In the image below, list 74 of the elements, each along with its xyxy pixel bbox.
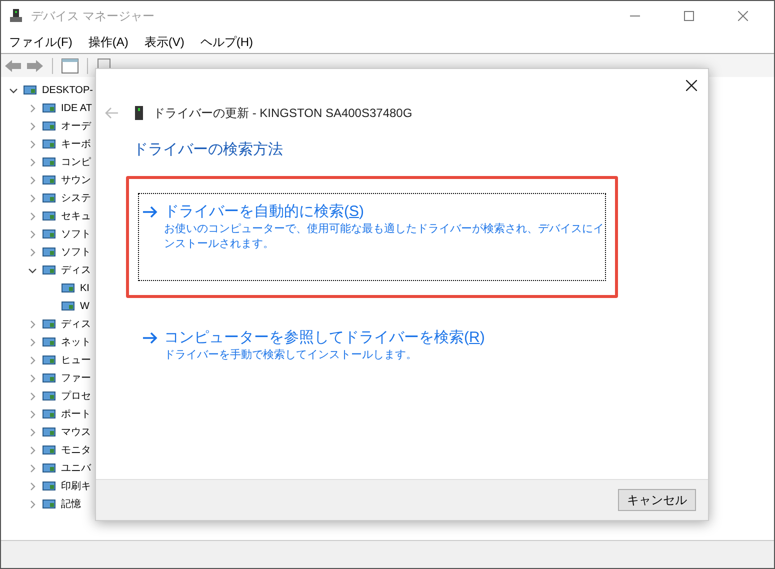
device-icon: [42, 371, 56, 385]
tree-item[interactable]: オーデ: [61, 118, 91, 134]
device-icon: [42, 335, 56, 349]
device-icon: [42, 245, 56, 259]
device-icon: [42, 407, 56, 421]
device-icon: [42, 101, 56, 115]
option-title: コンピューターを参照してドライバーを検索(R): [164, 328, 486, 348]
tree-item[interactable]: マウス: [61, 424, 91, 440]
option-description: お使いのコンピューターで、使用可能な最も適したドライバーが検索され、デバイスにインストールされます。: [164, 222, 605, 252]
device-icon: [42, 119, 56, 133]
close-icon: [686, 80, 696, 90]
option-description: ドライバーを手動で検索してインストールします。: [164, 348, 418, 362]
device-icon: [42, 173, 56, 187]
device-icon: [42, 461, 56, 475]
tree-item[interactable]: ネット: [61, 334, 91, 350]
cancel-button[interactable]: キャンセル: [618, 489, 696, 511]
tree-item[interactable]: 記憶: [61, 496, 81, 512]
tree-item[interactable]: 印刷キ: [61, 478, 91, 494]
search-option[interactable]: ドライバーを自動的に検索(S) お使いのコンピューターで、使用可能な最も適したドライバーが検索され、デバイスにインストールされます。: [138, 192, 606, 280]
menu-item[interactable]: 表示(V): [139, 33, 190, 51]
chevron-down-icon[interactable]: [9, 86, 18, 94]
device-icon: [42, 479, 56, 493]
device-icon: [42, 227, 56, 241]
device-icon: [42, 425, 56, 439]
tree-item[interactable]: サウン: [61, 172, 91, 188]
window-title: デバイス マネージャー: [31, 8, 154, 25]
tree-item[interactable]: セキュ: [61, 208, 91, 224]
device-icon: [42, 155, 56, 169]
device-icon: [42, 137, 56, 151]
tree-item[interactable]: ディス: [61, 262, 91, 278]
menu-item[interactable]: 操作(A): [83, 33, 134, 51]
properties-icon[interactable]: [61, 58, 79, 74]
menu-item[interactable]: ヘルプ(H): [195, 33, 258, 51]
tree-item[interactable]: W: [80, 298, 90, 314]
app-icon: [9, 8, 23, 24]
device-icon: [23, 83, 37, 97]
forward-arrow-icon[interactable]: [26, 58, 44, 72]
back-arrow-icon[interactable]: [4, 58, 22, 72]
device-icon: [42, 497, 56, 511]
tree-item[interactable]: ソフト: [61, 244, 91, 260]
drive-icon: [135, 106, 143, 120]
tree-item[interactable]: プロセ: [61, 388, 91, 404]
tree-item[interactable]: ソフト: [61, 226, 91, 242]
tree-item[interactable]: DESKTOP-: [42, 82, 93, 98]
tree-item[interactable]: モニタ: [61, 442, 91, 458]
device-icon: [61, 281, 75, 295]
dialog-title: ドライバーの更新 - KINGSTON SA400S37480G: [153, 105, 412, 122]
device-icon: [42, 389, 56, 403]
menu-item[interactable]: ファイル(F): [4, 33, 78, 51]
arrow-right-icon: [142, 204, 158, 218]
tree-item[interactable]: KI: [80, 280, 90, 296]
arrow-right-icon: [142, 330, 158, 344]
close-icon: [738, 11, 748, 21]
search-option[interactable]: コンピューターを参照してドライバーを検索(R) ドライバーを手動で検索してインストールします。: [138, 318, 606, 364]
tree-item[interactable]: ディス: [61, 316, 91, 332]
device-icon: [42, 209, 56, 223]
device-icon: [61, 299, 75, 313]
tree-item[interactable]: コンピ: [61, 154, 91, 170]
chevron-down-icon[interactable]: [28, 266, 37, 274]
device-icon: [42, 191, 56, 205]
tree-item[interactable]: ユニバ: [61, 460, 91, 476]
device-icon: [42, 443, 56, 457]
device-icon: [42, 353, 56, 367]
device-icon: [42, 317, 56, 331]
tree-item[interactable]: ポート: [61, 406, 91, 422]
maximize-icon: [684, 11, 694, 21]
tree-item[interactable]: キーボ: [61, 136, 91, 152]
tree-item[interactable]: IDE AT: [61, 100, 92, 116]
tree-item[interactable]: ヒュー: [61, 352, 91, 368]
option-title: ドライバーを自動的に検索(S): [164, 202, 366, 222]
dialog-heading: ドライバーの検索方法: [133, 140, 283, 160]
tree-item[interactable]: システ: [61, 190, 91, 206]
device-icon: [42, 263, 56, 277]
tree-item[interactable]: ファー: [61, 370, 91, 386]
